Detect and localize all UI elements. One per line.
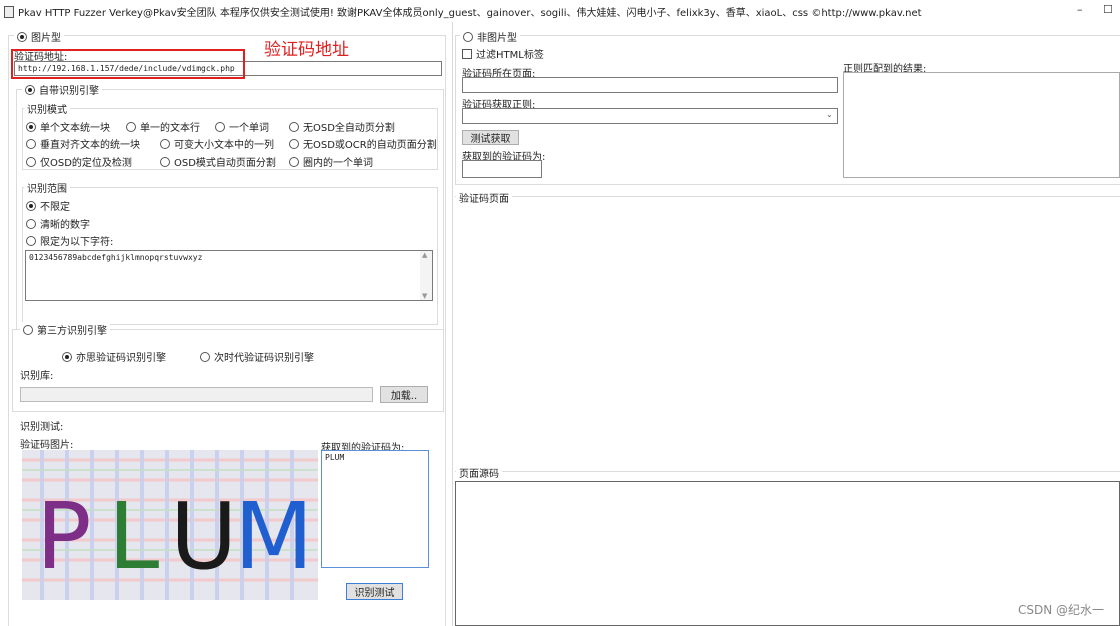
mode-option-6[interactable]: 可变大小文本中的一列 (160, 136, 274, 151)
highlight-box (11, 49, 245, 79)
mode-option-8[interactable]: 仅OSD的定位及检测 (26, 154, 132, 169)
title-bar: Pkav HTTP Fuzzer Verkey@Pkav安全团队 本程序仅供安全… (0, 0, 1120, 22)
mode-option-7[interactable]: 无OSD或OCR的自动页面分割 (289, 136, 437, 151)
third-party-label: 第三方识别引擎 (37, 326, 107, 337)
page-source-divider (455, 471, 1120, 472)
radio-icon (200, 351, 210, 362)
maximize-button[interactable]: ☐ (1103, 3, 1113, 16)
builtin-engine-radio[interactable]: 自带识别引擎 (22, 82, 102, 97)
scroll-up-icon: ▲ (422, 251, 428, 259)
radio-icon (25, 84, 35, 95)
radio-icon (289, 121, 299, 132)
mode-option-5[interactable]: 垂直对齐文本的统一块 (26, 136, 140, 151)
captcha-page-divider (455, 196, 1120, 197)
radio-icon (289, 156, 299, 167)
radio-icon (289, 138, 299, 149)
range-option-unlimited[interactable]: 不限定 (26, 198, 70, 213)
captcha-letter-1: P (36, 483, 91, 590)
third-party-radio[interactable]: 第三方识别引擎 (20, 322, 110, 337)
captcha-letter-3: U (170, 483, 237, 590)
radio-icon (26, 121, 36, 132)
radio-icon (463, 31, 473, 42)
annotation-text: 验证码地址 (264, 40, 349, 60)
mode-option-10[interactable]: 圈内的一个单词 (289, 154, 373, 169)
radio-icon (160, 156, 170, 167)
window-title: Pkav HTTP Fuzzer Verkey@Pkav安全团队 本程序仅供安全… (18, 7, 922, 19)
radio-icon (17, 31, 27, 42)
test-label: 识别测试: (20, 422, 64, 433)
radio-icon (160, 138, 170, 149)
engine-b-radio[interactable]: 次时代验证码识别引擎 (200, 349, 314, 364)
pane-divider (452, 22, 453, 626)
mode-title: 识别模式 (24, 101, 70, 116)
watermark: CSDN @纪水一 (1017, 603, 1104, 617)
load-button[interactable]: 加载.. (380, 386, 428, 403)
captcha-image: P L U M (22, 450, 318, 600)
minimize-button[interactable]: – (1077, 3, 1083, 16)
radio-icon (26, 138, 36, 149)
radio-icon (26, 235, 36, 246)
builtin-engine-label: 自带识别引擎 (39, 86, 99, 97)
regex-select[interactable] (462, 108, 838, 124)
main-window: 图片型 验证码地址: http://192.168.1.157/dede/inc… (0, 22, 1120, 626)
radio-icon (215, 121, 225, 132)
radio-icon (26, 218, 36, 229)
captcha-letter-4: M (234, 483, 313, 590)
test-fetch-button[interactable]: 测试获取 (462, 130, 519, 145)
checkbox-icon (462, 48, 472, 59)
library-input[interactable] (20, 387, 373, 402)
regex-result-box[interactable] (843, 72, 1120, 178)
app-icon (2, 5, 14, 18)
range-title: 识别范围 (24, 180, 70, 195)
radio-icon (126, 121, 136, 132)
radio-icon (23, 324, 33, 335)
mode-option-1[interactable]: 单个文本统一块 (26, 119, 110, 134)
library-label: 识别库: (20, 371, 54, 382)
non-image-radio[interactable]: 非图片型 (460, 29, 520, 44)
filter-html-checkbox[interactable]: 过滤HTML标签 (462, 46, 544, 61)
result-textbox[interactable]: PLUM (321, 450, 429, 568)
captcha-image-label: 验证码图片: (20, 440, 74, 451)
radio-icon (26, 156, 36, 167)
captcha-svg: P L U M (22, 450, 318, 600)
test-button[interactable]: 识别测试 (346, 583, 403, 600)
radio-icon (62, 351, 72, 362)
charset-textarea[interactable]: 0123456789abcdefghijklmnopqrstuvwxyz (25, 250, 433, 301)
page-source-label: 页面源码 (456, 465, 502, 480)
mode-option-2[interactable]: 单一的文本行 (126, 119, 200, 134)
mode-option-4[interactable]: 无OSD全自动页分割 (289, 119, 395, 134)
image-type-label: 图片型 (31, 33, 61, 44)
image-type-radio[interactable]: 图片型 (14, 29, 64, 44)
range-option-charset[interactable]: 限定为以下字符: (26, 233, 113, 248)
radio-icon (26, 200, 36, 211)
chevron-down-icon: ⌄ (826, 110, 833, 119)
captcha-letter-2: L (108, 483, 159, 590)
page-input[interactable] (462, 77, 838, 93)
mode-option-3[interactable]: 一个单词 (215, 119, 269, 134)
range-option-digits[interactable]: 清晰的数字 (26, 216, 90, 231)
non-image-label: 非图片型 (477, 33, 517, 44)
textarea-scrollbar[interactable]: ▲ ▼ (420, 251, 432, 300)
engine-a-radio[interactable]: 亦思验证码识别引擎 (62, 349, 166, 364)
scroll-down-icon: ▼ (422, 292, 428, 300)
mode-option-9[interactable]: OSD模式自动页面分割 (160, 154, 276, 169)
fetched-input[interactable] (462, 160, 542, 178)
captcha-page-label: 验证码页面 (456, 190, 512, 205)
